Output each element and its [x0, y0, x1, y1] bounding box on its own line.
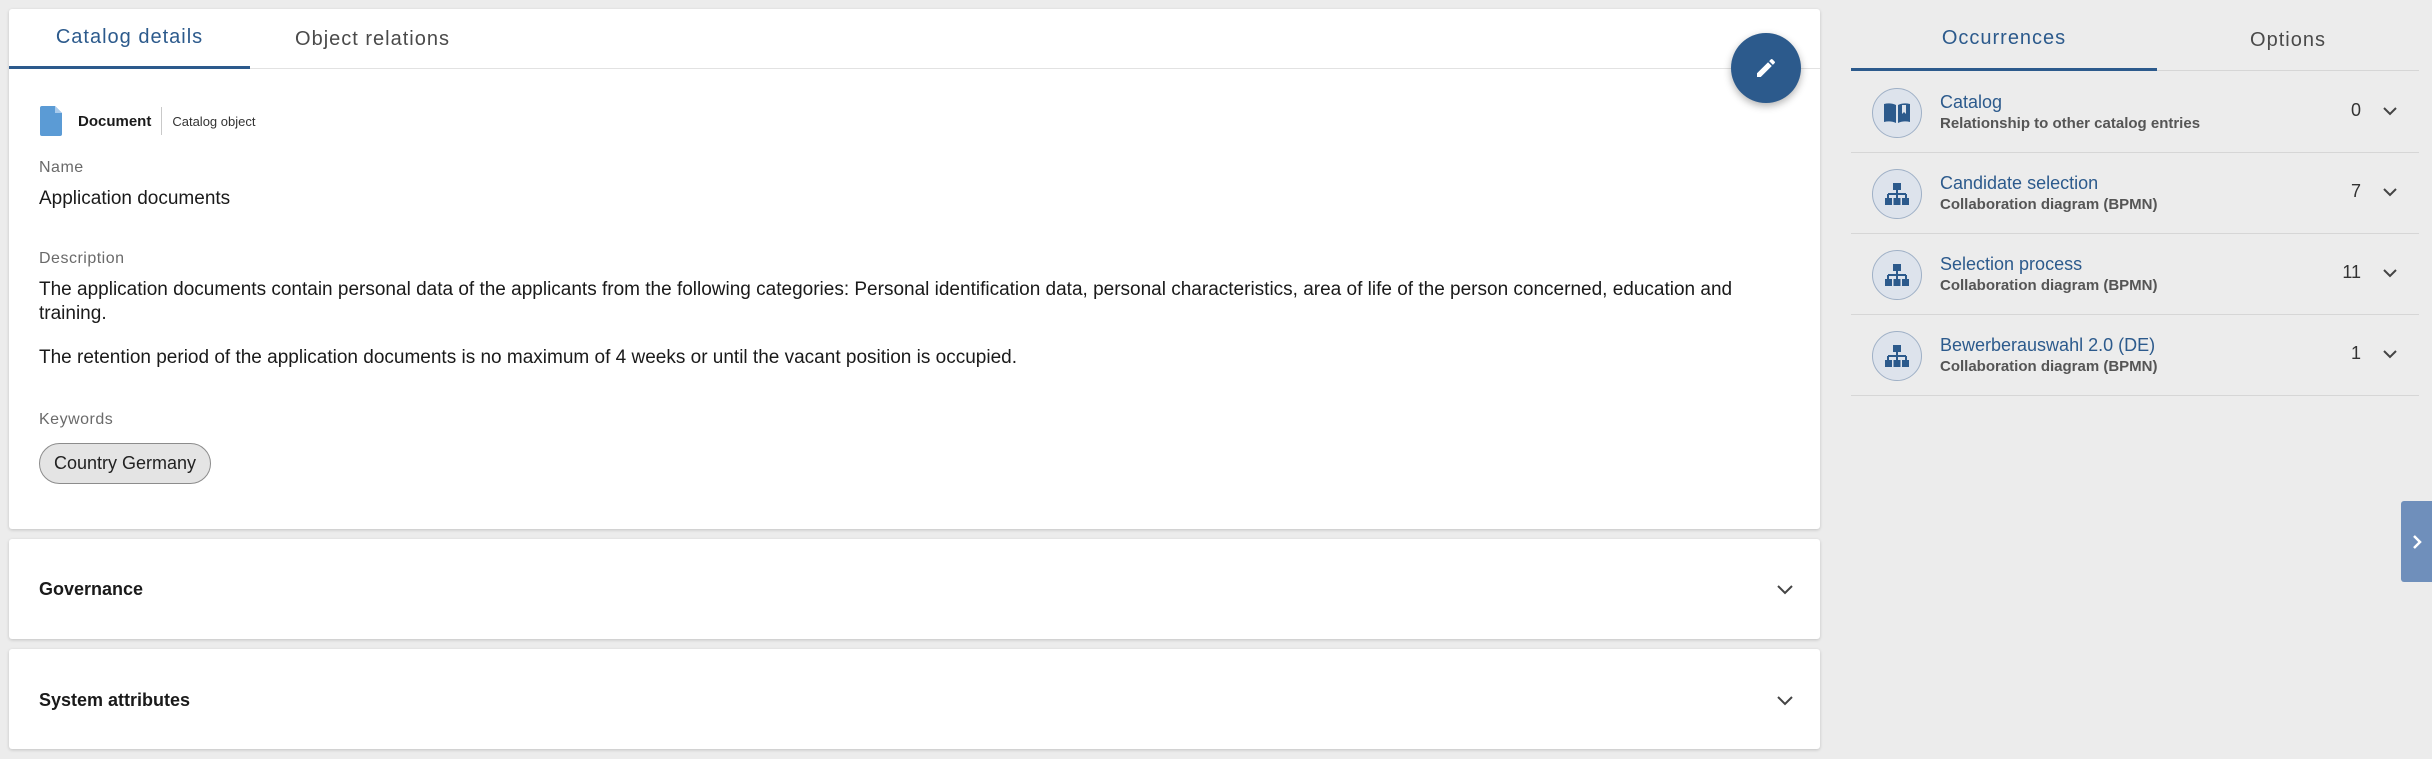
occurrence-type: Collaboration diagram (BPMN)	[1940, 358, 2158, 375]
occurrence-name: Selection process	[1940, 254, 2083, 274]
description-paragraph-2: The retention period of the application …	[39, 347, 1017, 368]
hierarchy-icon	[1872, 250, 1922, 300]
name-label: Name	[39, 159, 84, 176]
occurrence-type: Relationship to other catalog entries	[1940, 115, 2201, 132]
main-tabs: Catalog details Object relations	[9, 9, 1820, 69]
document-icon	[40, 106, 62, 136]
chevron-down-icon[interactable]	[2381, 187, 2399, 199]
occurrence-name: Catalog	[1940, 92, 2003, 112]
description-label: Description	[39, 250, 125, 267]
chevron-down-icon[interactable]	[2381, 268, 2399, 280]
occurrence-item-candidate-selection[interactable]: Candidate selection Collaboration diagra…	[1851, 153, 2419, 234]
occurrence-count: 0	[2350, 100, 2361, 120]
book-icon	[1872, 88, 1922, 138]
governance-panel[interactable]: Governance	[9, 539, 1820, 639]
catalog-details-card: Catalog details Object relations Documen…	[9, 9, 1820, 529]
hierarchy-icon	[1872, 331, 1922, 381]
occurrence-item-bewerberauswahl[interactable]: Bewerberauswahl 2.0 (DE) Collaboration d…	[1851, 315, 2419, 396]
occurrence-name: Bewerberauswahl 2.0 (DE)	[1940, 335, 2156, 355]
governance-title: Governance	[39, 579, 144, 599]
occurrence-type: Collaboration diagram (BPMN)	[1940, 277, 2158, 294]
occurrence-item-selection-process[interactable]: Selection process Collaboration diagram …	[1851, 234, 2419, 315]
system-attributes-title: System attributes	[39, 690, 191, 710]
occurrence-name: Candidate selection	[1940, 173, 2099, 193]
chevron-down-icon	[1777, 585, 1793, 595]
occurrences-list: Catalog Relationship to other catalog en…	[1851, 72, 2419, 396]
chevron-right-icon	[2412, 534, 2422, 549]
chevron-down-icon[interactable]	[2381, 106, 2399, 118]
occurrence-count: 1	[2350, 343, 2361, 363]
tab-catalog-details[interactable]: Catalog details	[9, 9, 250, 69]
chevron-down-icon	[1777, 696, 1793, 706]
description-paragraph-1: The application documents contain person…	[39, 279, 1733, 324]
tab-object-relations[interactable]: Object relations	[250, 9, 495, 69]
edit-button[interactable]	[1731, 33, 1801, 103]
name-value: Application documents	[39, 188, 231, 209]
tab-occurrences[interactable]: Occurrences	[1851, 9, 2157, 71]
page: Catalog details Object relations Documen…	[0, 0, 2432, 759]
type-divider	[161, 107, 163, 135]
pencil-icon	[1757, 58, 1776, 77]
occurrence-count: 11	[2342, 262, 2361, 282]
chevron-down-icon[interactable]	[2381, 349, 2399, 361]
occurrence-type: Collaboration diagram (BPMN)	[1940, 196, 2158, 213]
system-attributes-panel[interactable]: System attributes	[9, 649, 1820, 749]
object-kind-label: Catalog object	[172, 113, 256, 129]
hierarchy-icon	[1872, 169, 1922, 219]
side-tabs: Occurrences Options	[1851, 9, 2419, 71]
tab-options[interactable]: Options	[2157, 9, 2419, 71]
occurrence-item-catalog[interactable]: Catalog Relationship to other catalog en…	[1851, 72, 2419, 153]
side-panel-toggle-button[interactable]	[2401, 501, 2432, 582]
object-type-row: Document Catalog object	[40, 102, 255, 140]
keywords-label: Keywords	[39, 411, 114, 428]
occurrence-count: 7	[2350, 181, 2361, 201]
keyword-chip[interactable]: Country Germany	[39, 443, 212, 484]
object-type-label: Document	[78, 112, 152, 130]
